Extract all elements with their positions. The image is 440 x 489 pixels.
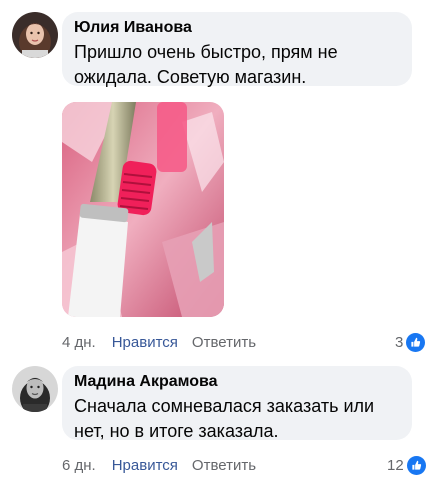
comment-text-line: ожидала. Советую магазин.: [74, 67, 307, 87]
comment-actions: 4 дн. Нравится Ответить: [62, 334, 256, 352]
like-button[interactable]: Нравится: [112, 457, 178, 475]
comment-text-line: Сначала сомневалася заказать или: [74, 396, 375, 416]
reply-button[interactable]: Ответить: [192, 334, 256, 352]
comment-text-line: нет, но в итоге заказала.: [74, 421, 279, 441]
reaction-count-number: 3: [395, 334, 404, 351]
like-button[interactable]: Нравится: [112, 334, 178, 352]
comment-author[interactable]: Мадина Акрамова: [74, 372, 400, 392]
avatar[interactable]: [12, 366, 58, 412]
reaction-count-number: 12: [387, 457, 404, 474]
comment-author[interactable]: Юлия Иванова: [74, 18, 400, 38]
reply-button[interactable]: Ответить: [192, 457, 256, 475]
comment-photo[interactable]: [62, 102, 224, 317]
thumbs-up-icon: [406, 456, 426, 475]
comment-text-line: Пришло очень быстро, прям не: [74, 42, 338, 62]
comment-timestamp[interactable]: 6 дн.: [62, 457, 96, 475]
reaction-count[interactable]: 3: [395, 333, 426, 352]
comment-actions: 6 дн. Нравится Ответить: [62, 457, 256, 475]
comment-timestamp[interactable]: 4 дн.: [62, 334, 96, 352]
avatar[interactable]: [12, 12, 58, 58]
comment-bubble: Юлия Иванова Пришло очень быстро, прям н…: [62, 12, 412, 87]
reaction-count[interactable]: 12: [387, 456, 426, 475]
comment-bubble: Мадина Акрамова Сначала сомневалася зака…: [62, 366, 412, 441]
thumbs-up-icon: [406, 333, 426, 352]
